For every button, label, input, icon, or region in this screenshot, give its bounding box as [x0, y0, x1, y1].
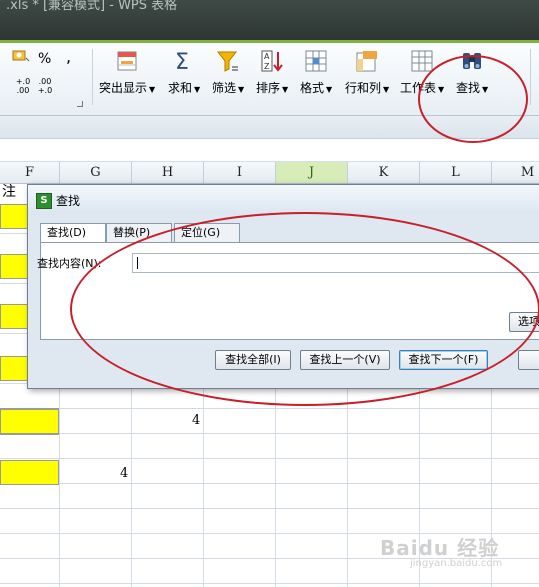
format-label: 格式 — [300, 81, 325, 95]
row-col-label: 行和列 — [345, 81, 382, 95]
watermark-url: jingyan.baidu.com — [410, 558, 503, 569]
tab-find[interactable]: 查找(D) — [40, 223, 106, 243]
ribbon-separator — [530, 49, 531, 105]
grid-line — [0, 433, 539, 434]
column-header-k[interactable]: K — [348, 162, 420, 183]
sum-button[interactable]: Σ 求和 ▼ — [168, 49, 200, 96]
window-title-bar: .xls * [兼容模式] - WPS 表格 — [0, 0, 539, 40]
column-header-f[interactable]: F — [0, 162, 60, 183]
decrease-decimal-button[interactable]: .00 +.0 — [36, 77, 54, 95]
cell-g-value: 4 — [120, 466, 129, 481]
annotation-circle-find-button — [418, 55, 528, 143]
partial-cell-text: 注 — [2, 184, 16, 200]
svg-text:A: A — [264, 52, 270, 61]
dialog-title: 查找 — [56, 194, 81, 208]
yellow-cell[interactable] — [0, 460, 59, 485]
wps-spreadsheet-icon: S — [36, 193, 52, 209]
highlight-label: 突出显示 — [99, 81, 148, 95]
svg-text:Σ: Σ — [175, 50, 189, 73]
comma-style-button[interactable]: , — [66, 47, 71, 66]
sort-label: 排序 — [256, 81, 281, 95]
highlight-icon — [117, 51, 137, 71]
sum-icon: Σ — [175, 50, 189, 73]
sort-button[interactable]: AZ 排序 ▼ — [256, 49, 288, 96]
watermark-logo: Baidu 经验 — [380, 536, 500, 560]
sum-label: 求和 — [168, 81, 193, 95]
filter-button[interactable]: 筛选 ▼ — [212, 49, 244, 96]
column-header-m[interactable]: M — [492, 162, 539, 183]
annotation-circle-find-dialog — [70, 212, 539, 406]
grid-line — [0, 583, 539, 584]
column-header-g[interactable]: G — [60, 162, 132, 183]
sort-icon: AZ — [261, 50, 283, 72]
column-header-h[interactable]: H — [132, 162, 204, 183]
svg-text:Z: Z — [264, 62, 270, 71]
grid-line — [0, 408, 539, 409]
format-icon — [305, 50, 327, 72]
ribbon-separator — [92, 49, 93, 105]
currency-icon — [12, 50, 30, 62]
grid-line — [0, 458, 539, 459]
format-button[interactable]: 格式 ▼ — [300, 49, 332, 96]
cell-h-value: 4 — [192, 413, 201, 428]
formula-bar[interactable] — [0, 139, 539, 162]
row-col-icon — [356, 51, 378, 72]
column-header-row: F G H I J K L M — [0, 162, 539, 184]
increase-decimal-button[interactable]: +.0 .00 — [14, 77, 32, 95]
currency-format-button[interactable] — [12, 49, 30, 66]
number-format-launcher-icon[interactable] — [77, 101, 83, 107]
grid-line — [0, 508, 539, 509]
window-title: .xls * [兼容模式] - WPS 表格 — [6, 0, 178, 13]
column-header-j[interactable]: J — [276, 162, 348, 183]
close-button[interactable] — [518, 350, 539, 370]
column-header-i[interactable]: I — [204, 162, 276, 183]
grid-line — [0, 483, 539, 484]
yellow-cell[interactable] — [0, 409, 59, 434]
percent-style-button[interactable]: % — [38, 51, 51, 67]
filter-label: 筛选 — [212, 81, 237, 95]
column-header-l[interactable]: L — [420, 162, 492, 183]
filter-icon — [217, 51, 239, 72]
dialog-title-bar[interactable]: S 查找 — [28, 185, 539, 215]
highlight-button[interactable]: 突出显示 ▼ — [99, 49, 155, 96]
row-col-button[interactable]: 行和列 ▼ — [345, 49, 389, 96]
